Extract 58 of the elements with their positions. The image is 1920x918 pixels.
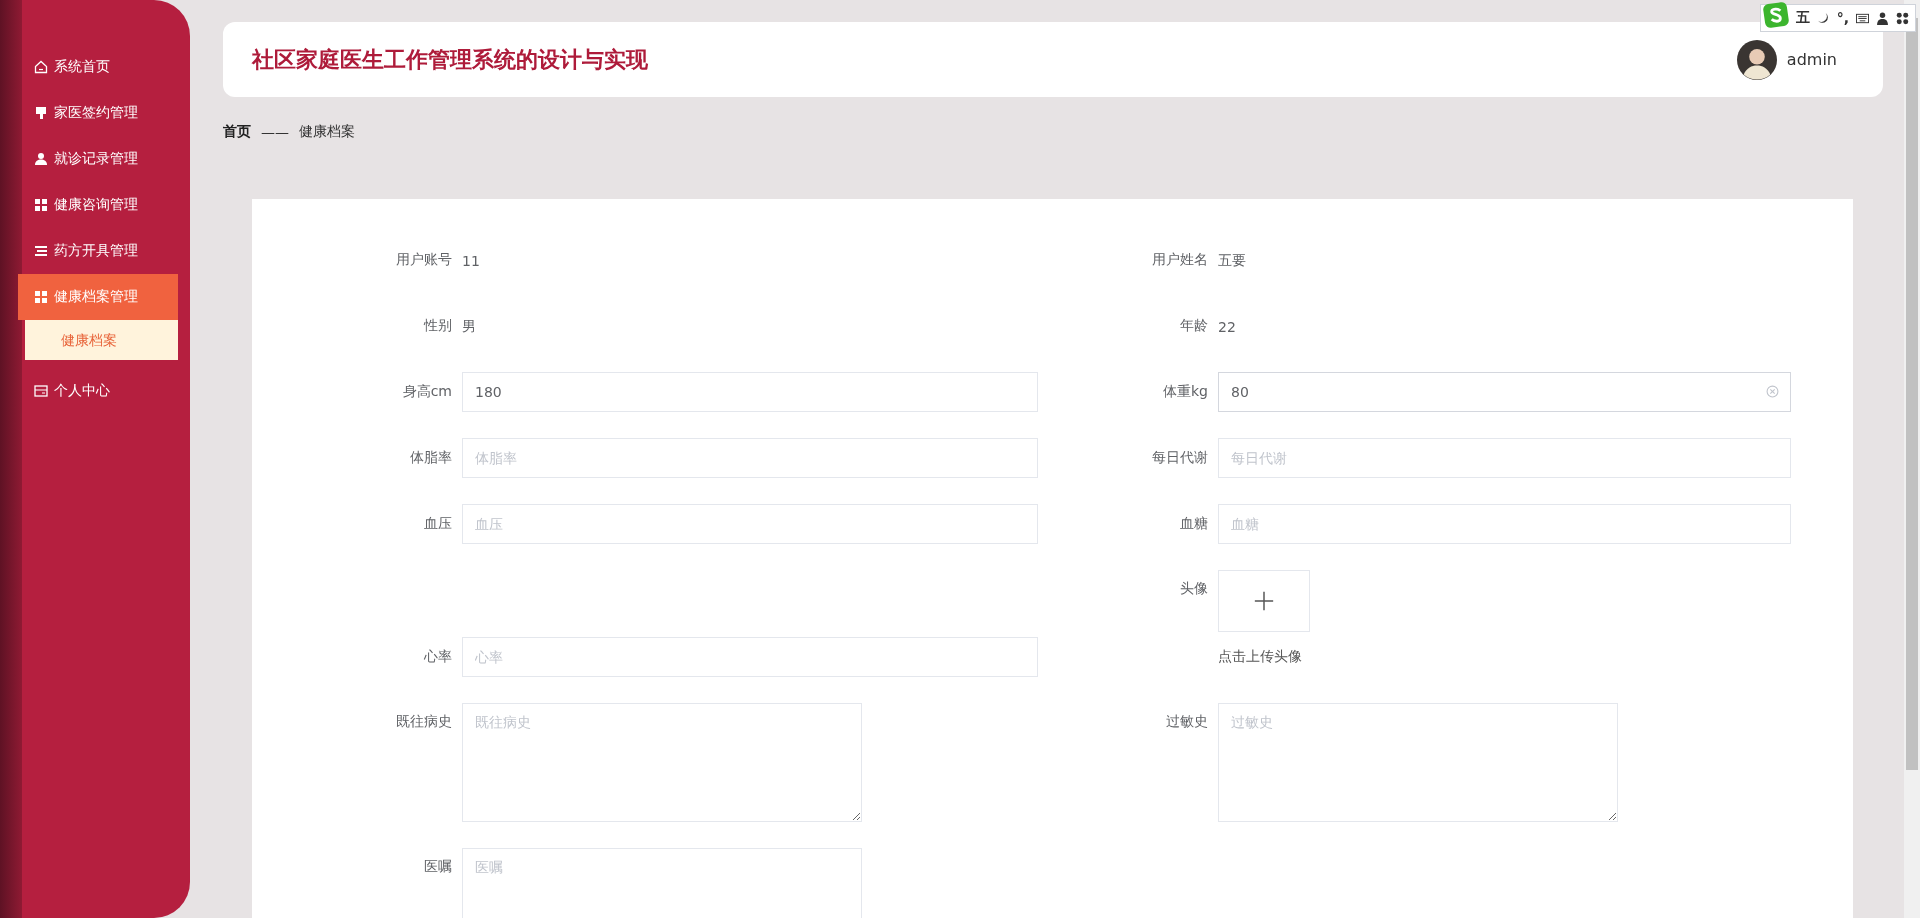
field-label: 性别 bbox=[422, 317, 452, 335]
field-label: 用户姓名 bbox=[1151, 251, 1208, 269]
field-label: 过敏史 bbox=[1165, 712, 1208, 731]
field-label: 每日代谢 bbox=[1151, 449, 1208, 467]
textarea-field[interactable]: 既往病史 bbox=[462, 703, 862, 822]
ime-mode[interactable]: 五 bbox=[1795, 9, 1810, 27]
home-icon bbox=[34, 60, 48, 74]
menu-item[interactable]: 家医签约管理 bbox=[0, 90, 190, 136]
field-label: 心率 bbox=[423, 648, 452, 666]
input-field[interactable]: 心率 bbox=[462, 637, 1038, 677]
person-icon[interactable] bbox=[1876, 11, 1889, 25]
list-icon bbox=[34, 244, 48, 258]
apps-icon[interactable] bbox=[1896, 11, 1909, 25]
avatar-icon[interactable] bbox=[1736, 39, 1777, 80]
textarea-field[interactable]: 医嘱 bbox=[462, 848, 862, 918]
menu-item[interactable]: 系统首页 bbox=[0, 44, 190, 90]
grid-icon bbox=[34, 198, 48, 212]
user-name[interactable]: admin bbox=[1786, 50, 1837, 69]
field-label: 体重kg bbox=[1162, 383, 1208, 401]
breadcrumb-current: 健康档案 bbox=[299, 123, 355, 141]
field-label: 血压 bbox=[423, 515, 452, 533]
field-label: 身高cm bbox=[401, 383, 452, 401]
breadcrumb-separator: —— bbox=[261, 124, 289, 140]
scrollbar[interactable] bbox=[1904, 0, 1920, 918]
input-field[interactable]: 每日代谢 bbox=[1218, 438, 1791, 478]
field-label: 年龄 bbox=[1179, 317, 1208, 335]
input-field[interactable]: 180 bbox=[462, 372, 1038, 412]
moon-icon[interactable] bbox=[1816, 11, 1830, 25]
menu-item[interactable]: 健康咨询管理 bbox=[0, 182, 190, 228]
menu-item[interactable]: 就诊记录管理 bbox=[0, 136, 190, 182]
field-label: 头像 bbox=[1179, 579, 1208, 598]
field-value: 22 bbox=[1218, 318, 1236, 335]
ime-logo-icon[interactable] bbox=[1762, 2, 1789, 28]
grid-icon bbox=[34, 290, 48, 304]
breadcrumb-home[interactable]: 首页 bbox=[223, 123, 251, 141]
plus-icon bbox=[1253, 590, 1275, 612]
field-label: 既往病史 bbox=[395, 712, 452, 731]
keyboard-icon[interactable] bbox=[1856, 11, 1869, 25]
field-label: 医嘱 bbox=[423, 857, 452, 876]
system-title: 社区家庭医生工作管理系统的设计与实现 bbox=[252, 45, 648, 74]
card-icon bbox=[34, 384, 48, 398]
field-value: 五要 bbox=[1218, 252, 1246, 268]
input-field[interactable]: 血糖 bbox=[1218, 504, 1791, 544]
input-field[interactable]: 体脂率 bbox=[462, 438, 1038, 478]
field-value: 11 bbox=[462, 252, 480, 269]
ime-punctuation[interactable]: °, bbox=[1836, 10, 1849, 26]
user-icon bbox=[34, 152, 48, 166]
field-label: 血糖 bbox=[1179, 515, 1208, 533]
input-field[interactable]: 血压 bbox=[462, 504, 1038, 544]
textarea-field[interactable]: 过敏史 bbox=[1218, 703, 1618, 822]
input-field[interactable]: 80 bbox=[1218, 372, 1791, 412]
upload-hint: 点击上传头像 bbox=[1218, 648, 1302, 666]
menu-item[interactable]: 药方开具管理 bbox=[0, 228, 190, 274]
brush-icon bbox=[34, 106, 48, 120]
field-label: 用户账号 bbox=[395, 251, 452, 269]
menu-item[interactable]: 个人中心 bbox=[0, 368, 190, 414]
field-value: 男 bbox=[462, 318, 476, 334]
field-label: 体脂率 bbox=[409, 449, 452, 467]
